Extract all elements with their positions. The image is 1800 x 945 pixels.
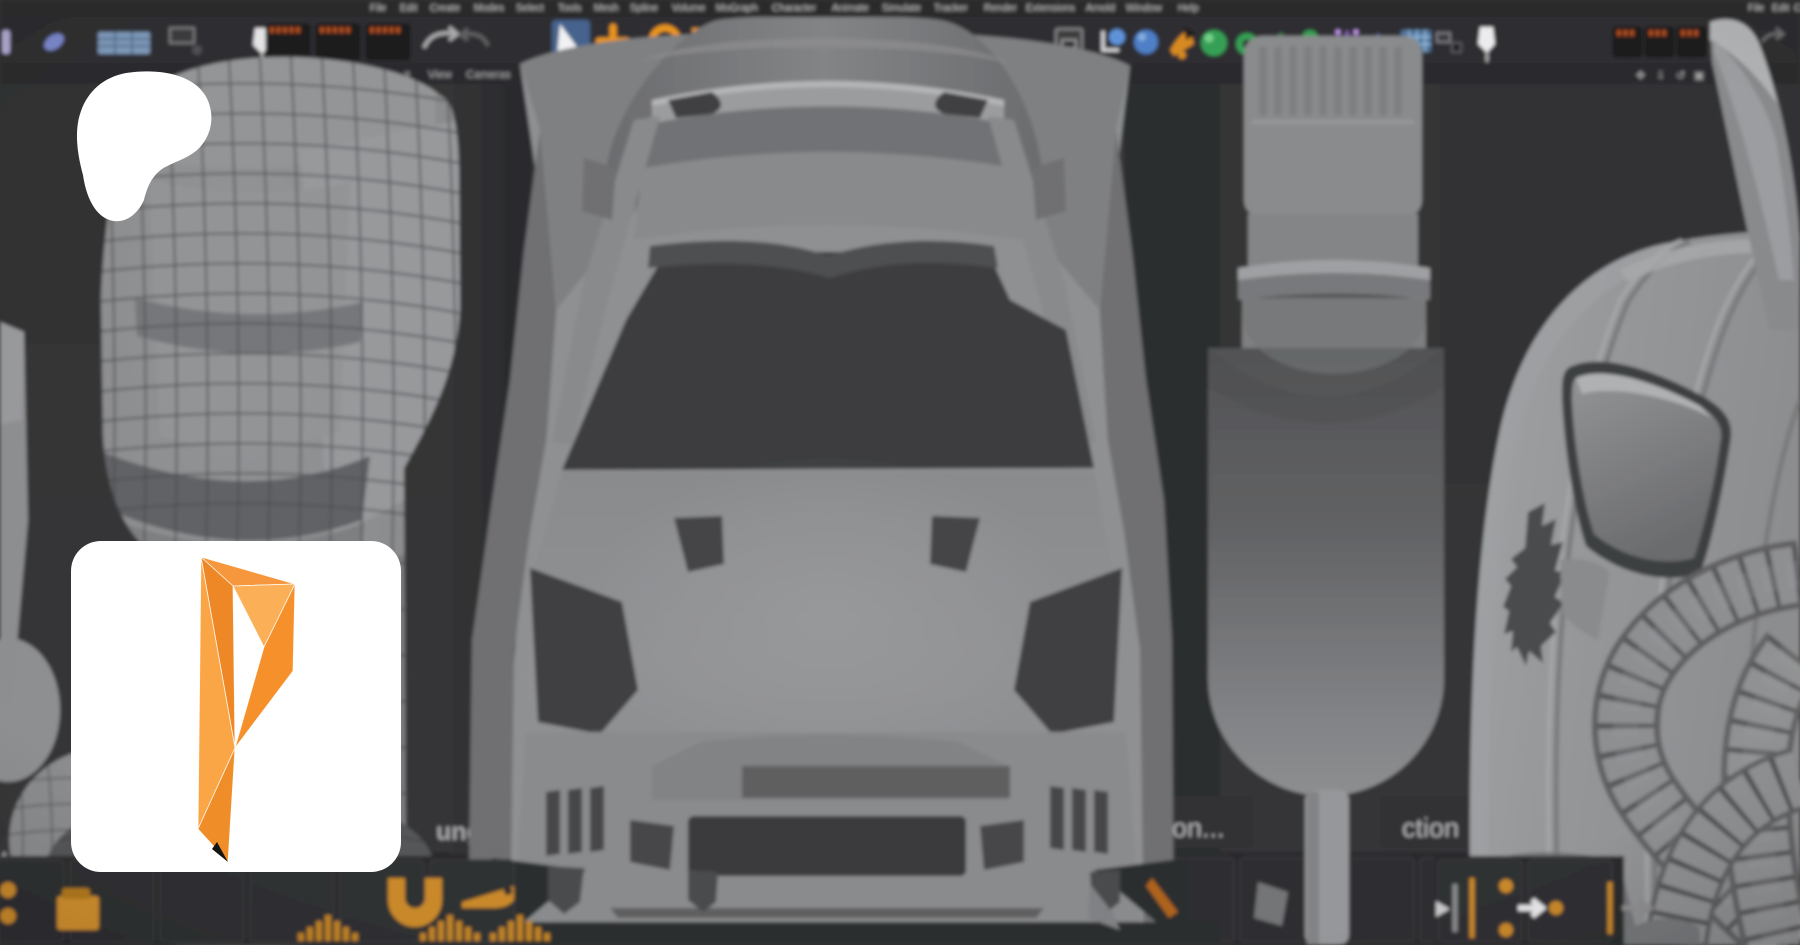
svg-text:Edit: Edit [400,3,417,14]
svg-text:Mesh: Mesh [594,3,618,14]
svg-text:Simulate: Simulate [882,3,921,14]
svg-text:File: File [1748,3,1765,14]
svg-text:Tracker: Tracker [934,3,968,14]
svg-text:File: File [370,3,387,14]
svg-text:Help: Help [1178,3,1199,14]
svg-text:Select: Select [516,3,544,14]
svg-text:Arnold: Arnold [1086,3,1115,14]
svg-text:Tools: Tools [558,3,581,14]
svg-text:Create: Create [430,3,460,14]
svg-text:MoGraph: MoGraph [716,3,758,14]
svg-text:Cr: Cr [1794,3,1800,14]
svg-text:Volume: Volume [672,3,706,14]
svg-text:Modes: Modes [474,3,504,14]
svg-text:Animate: Animate [832,3,869,14]
svg-text:Extensions: Extensions [1026,3,1075,14]
svg-text:Spline: Spline [630,3,658,14]
svg-text:Edit: Edit [1772,3,1789,14]
svg-text:Render: Render [984,3,1017,14]
svg-text:Window: Window [1126,3,1162,14]
svg-text:Character: Character [772,3,817,14]
